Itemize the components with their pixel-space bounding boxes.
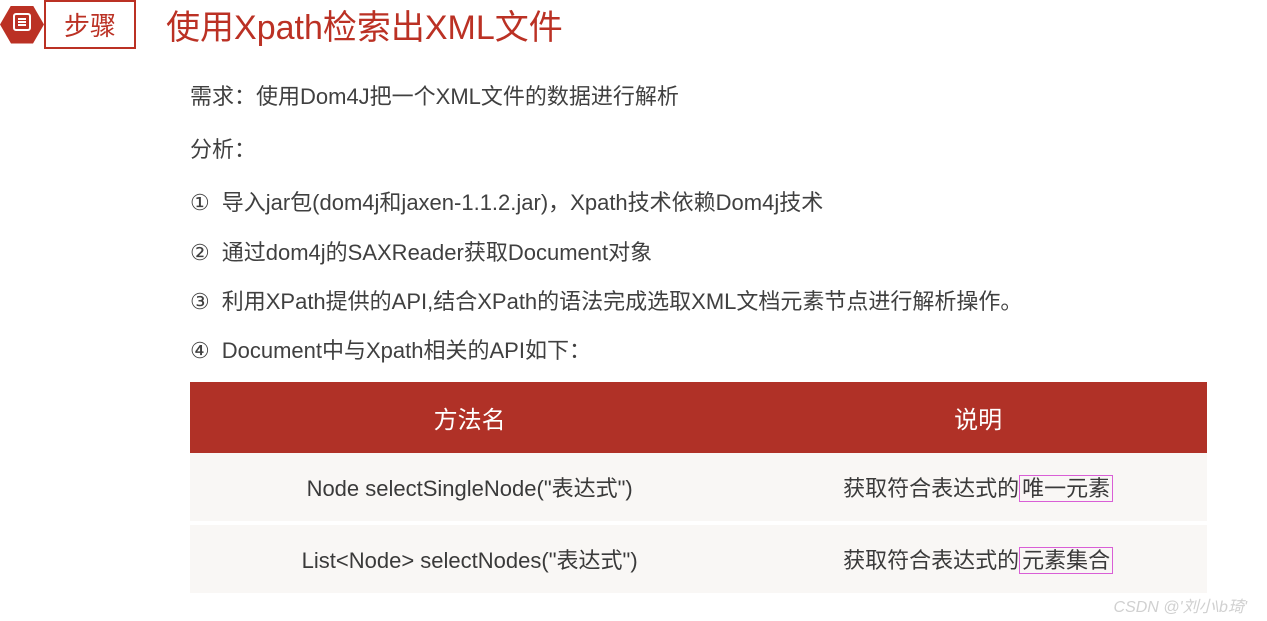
circle-num-2: ② — [190, 235, 210, 270]
table-cell-desc-2: 获取符合表达式的元素集合 — [749, 523, 1207, 595]
circle-num-4: ④ — [190, 333, 210, 368]
step-item-3: ③ 利用XPath提供的API,结合XPath的语法完成选取XML文档元素节点进… — [190, 284, 1207, 319]
watermark: CSDN @'刘小\b琦' — [1114, 593, 1247, 617]
step-item-1: ① 导入jar包(dom4j和jaxen-1.1.2.jar)，Xpath技术依… — [190, 185, 1207, 220]
api-table: 方法名 说明 Node selectSingleNode("表达式") 获取符合… — [190, 382, 1207, 597]
step-text-4: Document中与Xpath相关的API如下： — [222, 333, 591, 368]
list-icon — [12, 13, 32, 37]
step-text-2: 通过dom4j的SAXReader获取Document对象 — [222, 235, 652, 270]
table-header-desc: 说明 — [749, 382, 1207, 453]
step-label-box: 步骤 — [44, 0, 136, 49]
step-label: 步骤 — [64, 11, 116, 41]
page-title: 使用Xpath检索出XML文件 — [166, 0, 563, 49]
table-row: List<Node> selectNodes("表达式") 获取符合表达式的元素… — [190, 523, 1207, 595]
table-cell-method-2: List<Node> selectNodes("表达式") — [190, 523, 749, 595]
table-header-method: 方法名 — [190, 382, 749, 453]
desc-highlight-1: 唯一元素 — [1019, 475, 1113, 502]
table-row: Node selectSingleNode("表达式") 获取符合表达式的唯一元… — [190, 453, 1207, 523]
circle-num-3: ③ — [190, 284, 210, 319]
requirement-text: 需求：使用Dom4J把一个XML文件的数据进行解析 — [190, 79, 1207, 114]
step-item-4: ④ Document中与Xpath相关的API如下： — [190, 333, 1207, 368]
circle-num-1: ① — [190, 185, 210, 220]
desc-highlight-2: 元素集合 — [1019, 547, 1113, 574]
step-item-2: ② 通过dom4j的SAXReader获取Document对象 — [190, 235, 1207, 270]
desc-prefix-1: 获取符合表达式的 — [843, 476, 1019, 501]
table-header-row: 方法名 说明 — [190, 382, 1207, 453]
table-cell-desc-1: 获取符合表达式的唯一元素 — [749, 453, 1207, 523]
desc-prefix-2: 获取符合表达式的 — [843, 548, 1019, 573]
step-hex-icon — [0, 6, 44, 44]
analysis-label: 分析： — [190, 132, 1207, 167]
header-row: 步骤 使用Xpath检索出XML文件 — [0, 0, 1267, 49]
step-text-1: 导入jar包(dom4j和jaxen-1.1.2.jar)，Xpath技术依赖D… — [222, 185, 824, 220]
content-area: 需求：使用Dom4J把一个XML文件的数据进行解析 分析： ① 导入jar包(d… — [0, 79, 1267, 597]
api-table-wrap: 方法名 说明 Node selectSingleNode("表达式") 获取符合… — [190, 382, 1207, 597]
step-text-3: 利用XPath提供的API,结合XPath的语法完成选取XML文档元素节点进行解… — [222, 284, 1023, 319]
table-cell-method-1: Node selectSingleNode("表达式") — [190, 453, 749, 523]
